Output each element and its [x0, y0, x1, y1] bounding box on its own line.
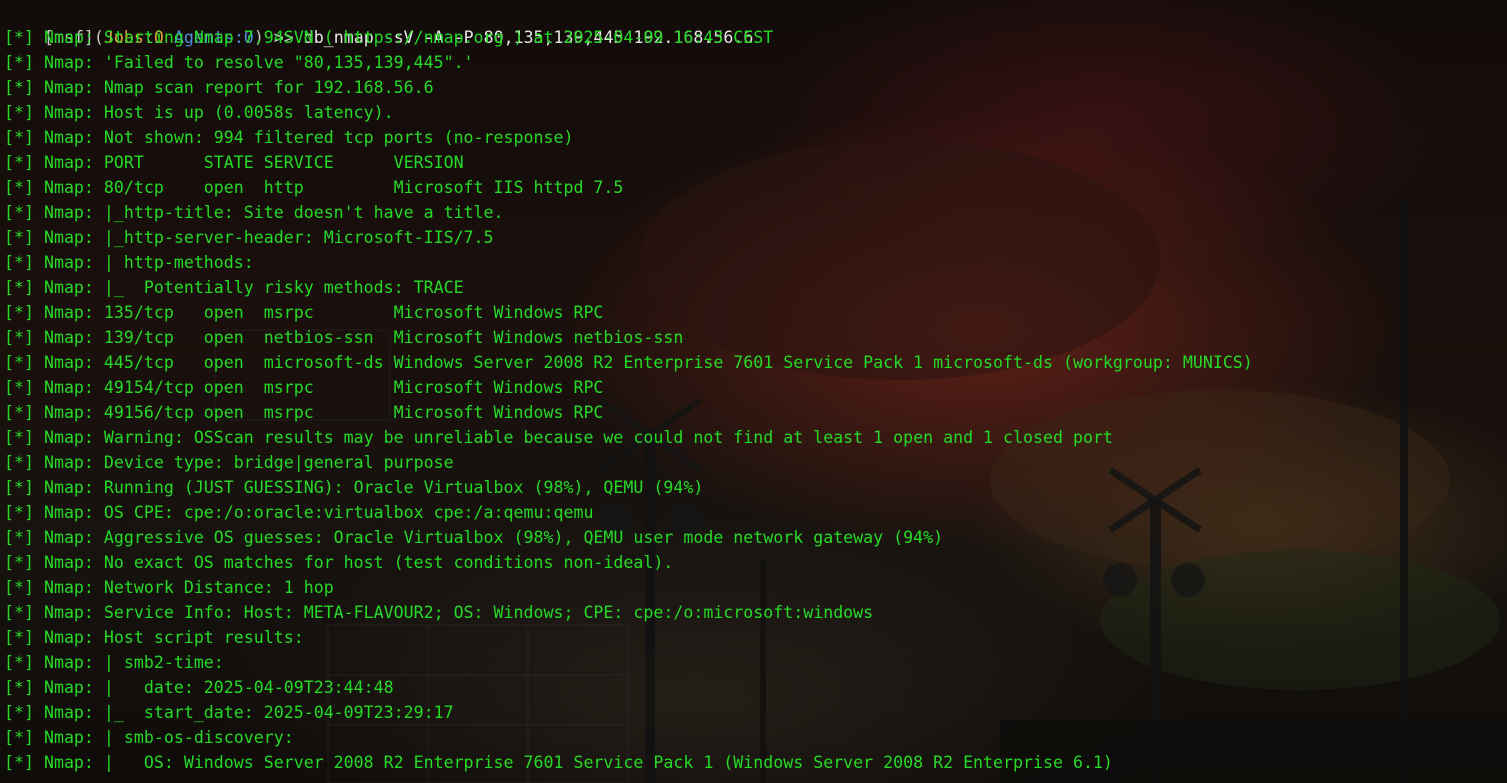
output-text: 'Failed to resolve "80,135,139,445".': [103, 53, 474, 72]
output-prefix: [*] Nmap:: [4, 178, 104, 197]
output-text: Nmap scan report for 192.168.56.6: [103, 78, 434, 97]
output-prefix: [*] Nmap:: [4, 428, 104, 447]
output-prefix: [*] Nmap:: [4, 328, 104, 347]
output-prefix: [*] Nmap:: [4, 528, 104, 547]
output-text: 49154/tcp open msrpc Microsoft Windows R…: [103, 378, 604, 397]
output-text: Aggressive OS guesses: Oracle Virtualbox…: [103, 528, 944, 547]
output-prefix: [*] Nmap:: [4, 553, 104, 572]
output-prefix: [*] Nmap:: [4, 578, 104, 597]
output-text: No exact OS matches for host (test condi…: [103, 553, 674, 572]
output-line: [*] Nmap: OS CPE: cpe:/o:oracle:virtualb…: [4, 500, 593, 525]
output-line: [*] Nmap: No exact OS matches for host (…: [4, 550, 673, 575]
output-text: Device type: bridge|general purpose: [103, 453, 454, 472]
output-line: [*] Nmap: Starting Nmap 7.94SVN ( https:…: [4, 25, 773, 50]
output-prefix: [*] Nmap:: [4, 628, 104, 647]
output-prefix: [*] Nmap:: [4, 128, 104, 147]
output-text: 139/tcp open netbios-ssn Microsoft Windo…: [103, 328, 684, 347]
output-line: [*] Nmap: Host script results:: [4, 625, 304, 650]
output-line: [*] Nmap: | smb2-time:: [4, 650, 224, 675]
output-text: 80/tcp open http Microsoft IIS httpd 7.5: [103, 178, 624, 197]
output-prefix: [*] Nmap:: [4, 603, 104, 622]
output-prefix: [*] Nmap:: [4, 278, 104, 297]
output-prefix: [*] Nmap:: [4, 353, 104, 372]
output-text: Warning: OSScan results may be unreliabl…: [103, 428, 1113, 447]
output-text: Running (JUST GUESSING): Oracle Virtualb…: [103, 478, 704, 497]
output-prefix: [*] Nmap:: [4, 253, 104, 272]
output-text: |_ Potentially risky methods: TRACE: [103, 278, 464, 297]
output-line: [*] Nmap: 445/tcp open microsoft-ds Wind…: [4, 350, 1253, 375]
output-prefix: [*] Nmap:: [4, 103, 104, 122]
output-text: Host is up (0.0058s latency).: [103, 103, 394, 122]
output-line: [*] Nmap: Device type: bridge|general pu…: [4, 450, 454, 475]
output-text: PORT STATE SERVICE VERSION: [103, 153, 464, 172]
output-line: [*] Nmap: | OS: Windows Server 2008 R2 E…: [4, 750, 1113, 775]
output-text: | http-methods:: [103, 253, 254, 272]
output-line: [*] Nmap: PORT STATE SERVICE VERSION: [4, 150, 464, 175]
output-prefix: [*] Nmap:: [4, 503, 104, 522]
output-line: [*] Nmap: | http-methods:: [4, 250, 254, 275]
output-prefix: [*] Nmap:: [4, 653, 104, 672]
output-line: [*] Nmap: Network Distance: 1 hop: [4, 575, 334, 600]
prompt-line: [msf](Jobs:0 Agents:0) >> db_nmap -sV -A…: [4, 0, 753, 47]
output-prefix: [*] Nmap:: [4, 728, 104, 747]
output-prefix: [*] Nmap:: [4, 203, 104, 222]
output-prefix: [*] Nmap:: [4, 478, 104, 497]
output-line: [*] Nmap: |_http-title: Site doesn't hav…: [4, 200, 504, 225]
output-prefix: [*] Nmap:: [4, 153, 104, 172]
output-prefix: [*] Nmap:: [4, 703, 104, 722]
output-text: Service Info: Host: META-FLAVOUR2; OS: W…: [103, 603, 874, 622]
output-text: Not shown: 994 filtered tcp ports (no-re…: [103, 128, 574, 147]
output-prefix: [*] Nmap:: [4, 678, 104, 697]
output-line: [*] Nmap: |_ Potentially risky methods: …: [4, 275, 464, 300]
output-prefix: [*] Nmap:: [4, 303, 104, 322]
output-text: | smb2-time:: [103, 653, 224, 672]
output-line: [*] Nmap: 49156/tcp open msrpc Microsoft…: [4, 400, 603, 425]
output-prefix: [*] Nmap:: [4, 453, 104, 472]
output-prefix: [*] Nmap:: [4, 53, 104, 72]
output-text: 445/tcp open microsoft-ds Windows Server…: [103, 353, 1253, 372]
output-line: [*] Nmap: Aggressive OS guesses: Oracle …: [4, 525, 943, 550]
output-line: [*] Nmap: 'Failed to resolve "80,135,139…: [4, 50, 474, 75]
output-text: 49156/tcp open msrpc Microsoft Windows R…: [103, 403, 604, 422]
output-line: [*] Nmap: Host is up (0.0058s latency).: [4, 100, 394, 125]
output-line: [*] Nmap: |_ start_date: 2025-04-09T23:2…: [4, 700, 454, 725]
output-line: [*] Nmap: 49154/tcp open msrpc Microsoft…: [4, 375, 603, 400]
output-text: | OS: Windows Server 2008 R2 Enterprise …: [103, 753, 1113, 772]
output-prefix: [*] Nmap:: [4, 403, 104, 422]
output-text: |_http-title: Site doesn't have a title.: [103, 203, 504, 222]
output-text: Network Distance: 1 hop: [103, 578, 334, 597]
output-line: [*] Nmap: Running (JUST GUESSING): Oracl…: [4, 475, 703, 500]
output-text: Host script results:: [103, 628, 304, 647]
output-text: 135/tcp open msrpc Microsoft Windows RPC: [103, 303, 604, 322]
output-text: Starting Nmap 7.94SVN ( https://nmap.org…: [103, 28, 774, 47]
output-prefix: [*] Nmap:: [4, 378, 104, 397]
output-prefix: [*] Nmap:: [4, 753, 104, 772]
output-prefix: [*] Nmap:: [4, 28, 104, 47]
terminal-window[interactable]: [msf](Jobs:0 Agents:0) >> db_nmap -sV -A…: [0, 0, 1507, 783]
output-line: [*] Nmap: | date: 2025-04-09T23:44:48: [4, 675, 394, 700]
output-text: |_http-server-header: Microsoft-IIS/7.5: [103, 228, 494, 247]
output-line: [*] Nmap: Not shown: 994 filtered tcp po…: [4, 125, 573, 150]
output-text: | date: 2025-04-09T23:44:48: [103, 678, 394, 697]
output-line: [*] Nmap: | smb-os-discovery:: [4, 725, 294, 750]
output-prefix: [*] Nmap:: [4, 78, 104, 97]
output-line: [*] Nmap: 139/tcp open netbios-ssn Micro…: [4, 325, 683, 350]
output-line: [*] Nmap: |_http-server-header: Microsof…: [4, 225, 494, 250]
output-text: OS CPE: cpe:/o:oracle:virtualbox cpe:/a:…: [103, 503, 594, 522]
output-line: [*] Nmap: 80/tcp open http Microsoft IIS…: [4, 175, 623, 200]
output-text: | smb-os-discovery:: [103, 728, 294, 747]
output-line: [*] Nmap: Nmap scan report for 192.168.5…: [4, 75, 434, 100]
output-line: [*] Nmap: 135/tcp open msrpc Microsoft W…: [4, 300, 603, 325]
output-text: |_ start_date: 2025-04-09T23:29:17: [103, 703, 454, 722]
output-line: [*] Nmap: Service Info: Host: META-FLAVO…: [4, 600, 873, 625]
output-line: [*] Nmap: Warning: OSScan results may be…: [4, 425, 1113, 450]
output-prefix: [*] Nmap:: [4, 228, 104, 247]
